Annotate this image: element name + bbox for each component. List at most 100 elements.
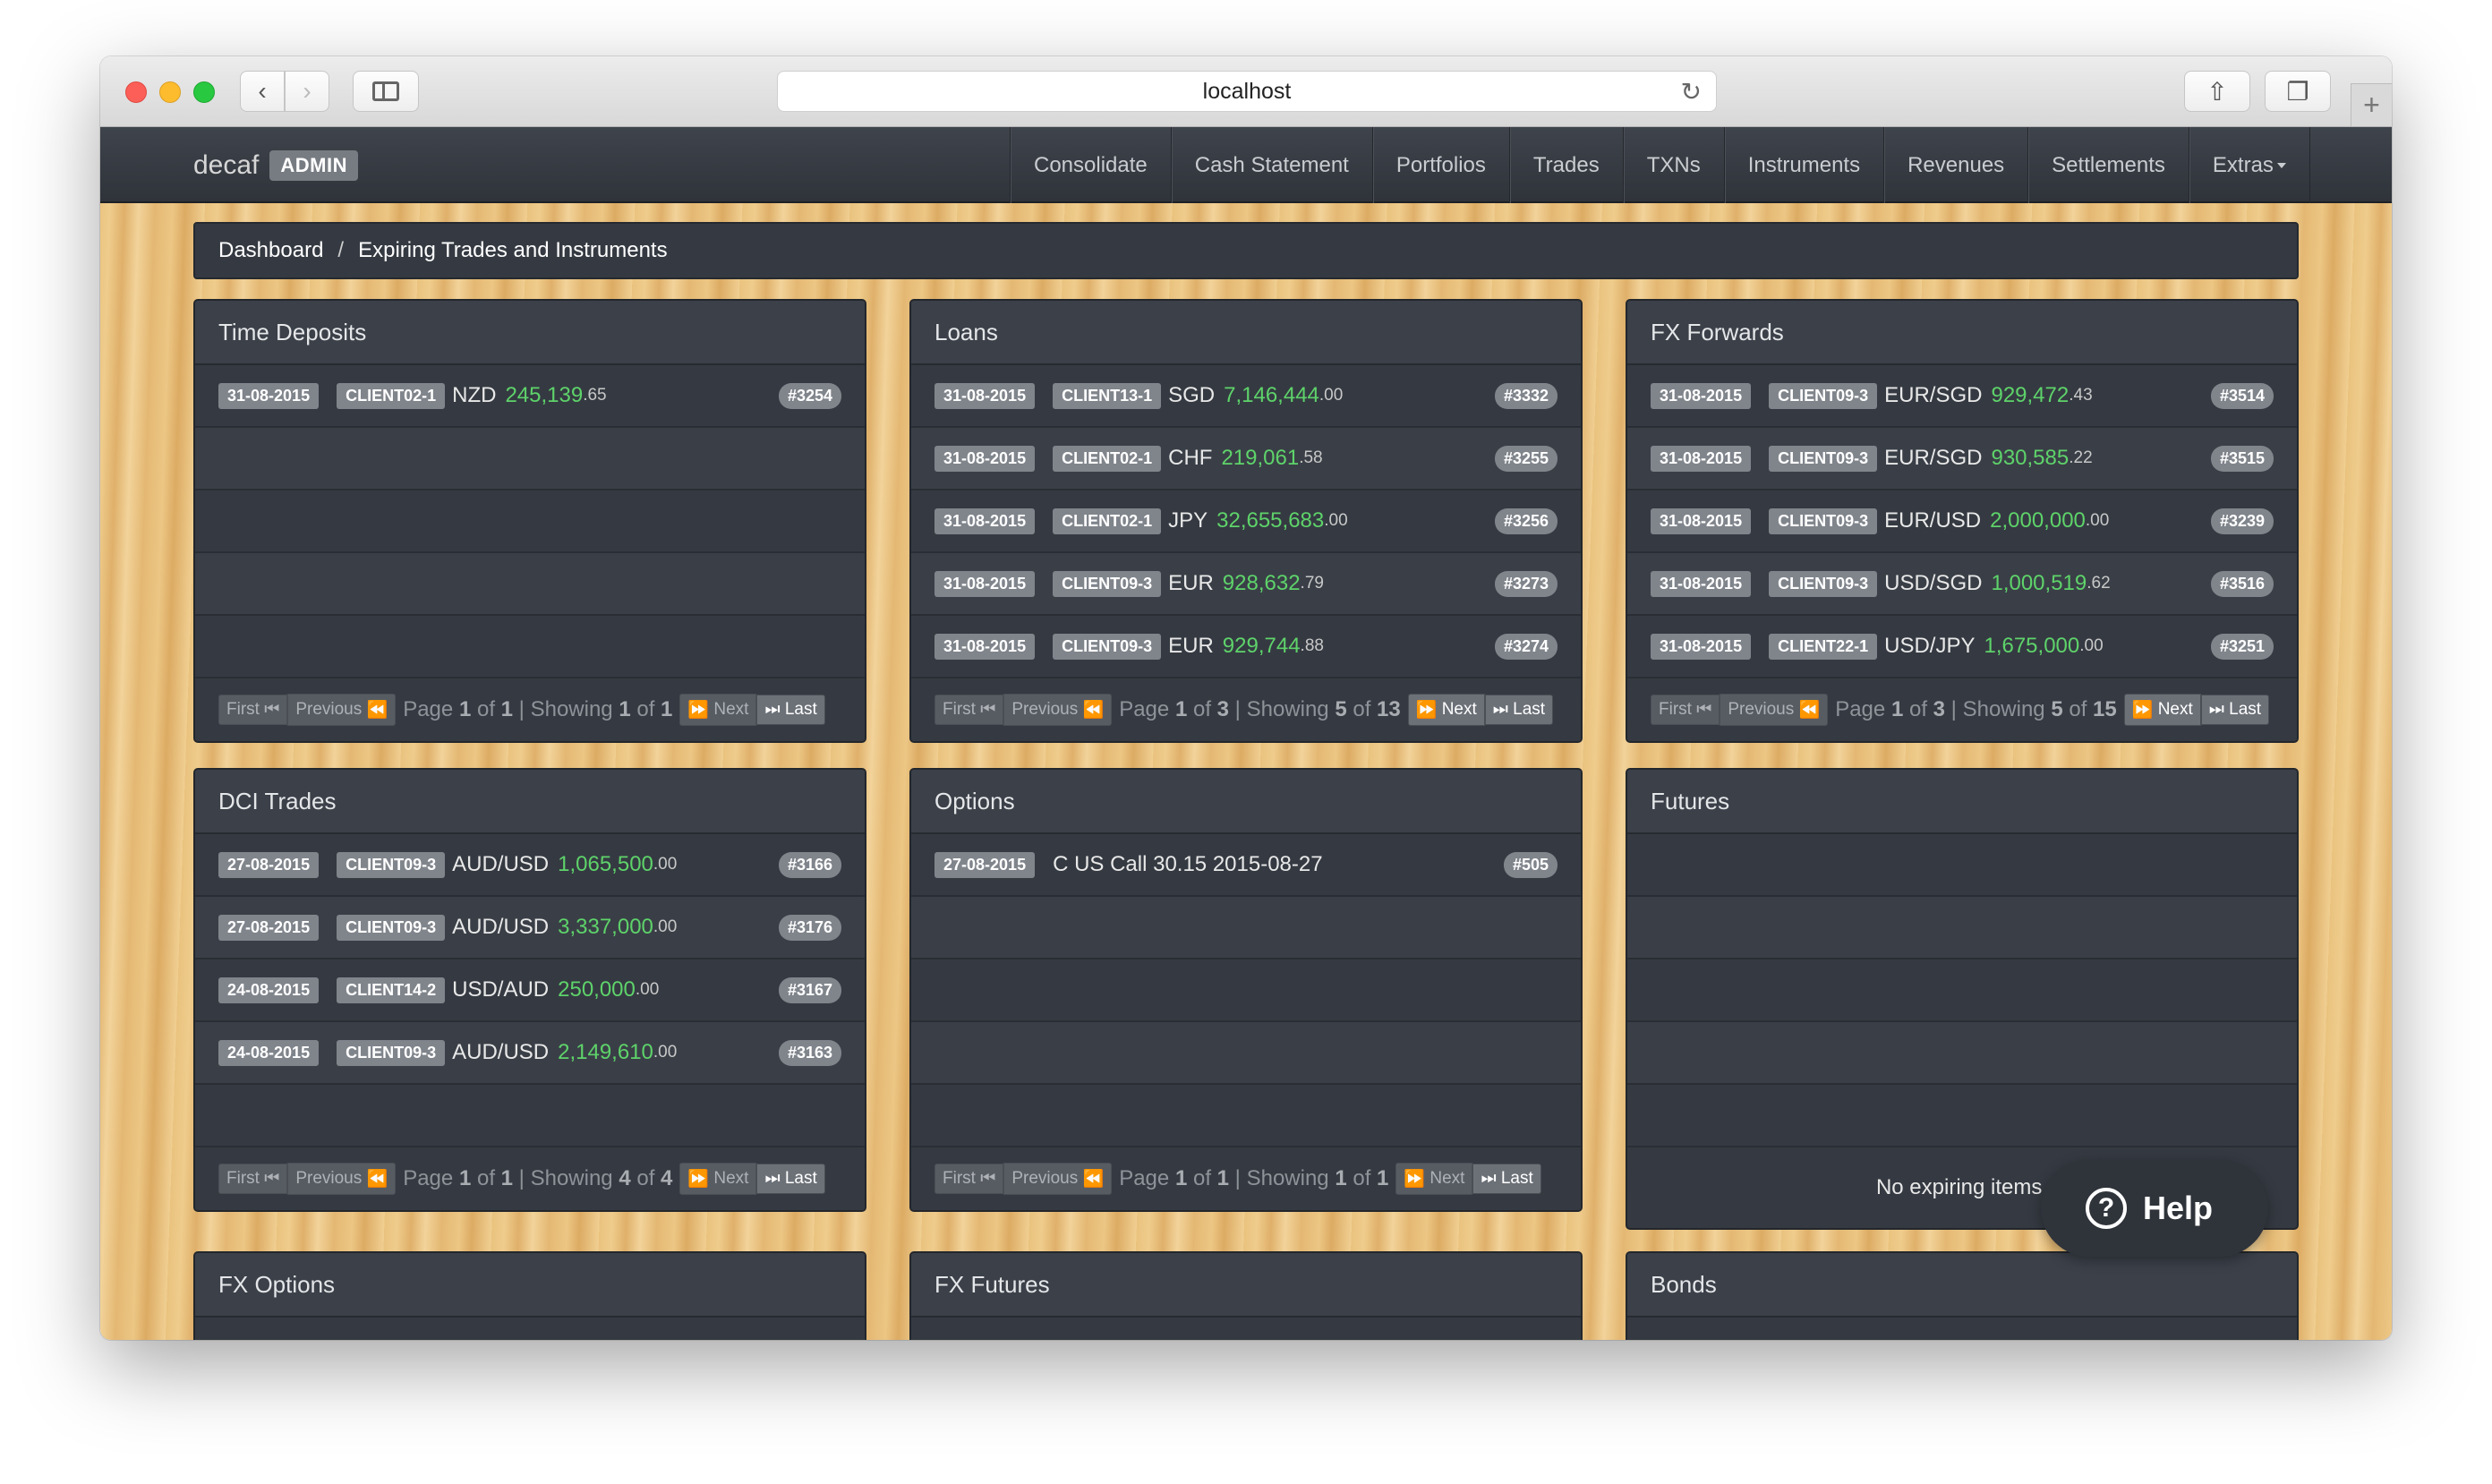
list-item[interactable]: 27-08-2015 CLIENT09-3 AUD/USD 1,065,500.…	[195, 834, 865, 897]
trade-id-badge[interactable]: #3514	[2210, 383, 2274, 409]
help-button[interactable]: ? Help	[2041, 1160, 2268, 1257]
trade-id-badge[interactable]: #3166	[778, 852, 841, 878]
list-item[interactable]: 31-08-2015 CLIENT09-3 EUR 929,744.88 #32…	[911, 616, 1581, 678]
trade-id-badge[interactable]: #3239	[2210, 508, 2274, 534]
skip-forward-icon: ⏭	[764, 700, 781, 719]
new-tab-button[interactable]: +	[2351, 83, 2392, 126]
list-item[interactable]: 24-08-2015 CLIENT14-2 USD/AUD 250,000.00…	[195, 959, 865, 1022]
pager-first-button[interactable]: First ⏮	[218, 695, 288, 725]
pager-previous-button[interactable]: Previous ⏪	[287, 694, 397, 726]
trade-id-badge[interactable]: #3515	[2210, 446, 2274, 472]
pager-previous-button[interactable]: Previous ⏪	[1003, 694, 1113, 726]
trade-id-badge[interactable]: #3274	[1494, 634, 1558, 660]
list-item[interactable]: 31-08-2015 CLIENT09-3 EUR/SGD 930,585.22…	[1627, 428, 2297, 490]
nav-item-trades[interactable]: Trades	[1508, 127, 1623, 203]
empty-row	[1627, 897, 2297, 959]
pager-last-button[interactable]: ⏭ Last	[1472, 1164, 1541, 1194]
pager-first-label: First	[943, 700, 976, 719]
pager-page: 1	[458, 697, 472, 721]
nav-item-consolidate[interactable]: Consolidate	[1010, 127, 1171, 203]
pager-last-button[interactable]: ⏭ Last	[2200, 695, 2270, 725]
pager-last-button[interactable]: ⏭ Last	[756, 695, 825, 725]
trade-id-badge[interactable]: #3516	[2210, 571, 2274, 597]
pager-next-button[interactable]: ⏩ Next	[679, 694, 757, 726]
list-item[interactable]: 31-08-2015 CLIENT02-1 NZD 245,139.65 #32…	[195, 365, 865, 428]
trade-id-badge[interactable]: #3254	[778, 383, 841, 409]
pager-first-button[interactable]: First ⏮	[218, 1164, 288, 1194]
list-item[interactable]: 31-08-2015 CLIENT09-3 USD/SGD 1,000,519.…	[1627, 553, 2297, 616]
zoom-window-button[interactable]	[193, 81, 215, 103]
share-button[interactable]: ⇧	[2184, 71, 2250, 112]
pager-last-button[interactable]: ⏭ Last	[756, 1164, 825, 1194]
pager-previous-button[interactable]: Previous ⏪	[1003, 1163, 1113, 1195]
address-bar[interactable]: localhost ↻	[777, 71, 1717, 112]
forward-button[interactable]: ›	[285, 71, 329, 112]
option-description: C US Call 30.15 2015-08-27	[1053, 852, 1323, 876]
nav-item-settlements[interactable]: Settlements	[2027, 127, 2189, 203]
trade-id-badge[interactable]: #3163	[778, 1040, 841, 1066]
pager-next-button[interactable]: ⏩ Next	[1407, 694, 1485, 726]
trade-id-badge[interactable]: #3256	[1494, 508, 1558, 534]
fast-forward-icon: ⏩	[687, 701, 710, 720]
close-window-button[interactable]	[125, 81, 147, 103]
list-item[interactable]: 31-08-2015 CLIENT09-3 EUR 928,632.79 #32…	[911, 553, 1581, 616]
pager-next-button[interactable]: ⏩ Next	[1395, 1163, 1473, 1195]
brand[interactable]: decaf ADMIN	[193, 150, 358, 181]
pager-last-label: Last	[784, 1169, 817, 1188]
share-icon: ⇧	[2206, 77, 2228, 106]
reload-icon[interactable]: ↻	[1681, 77, 1702, 107]
pager-previous-button[interactable]: Previous ⏪	[287, 1163, 397, 1195]
trade-id-badge[interactable]: #505	[1503, 852, 1558, 878]
empty-row	[195, 428, 865, 490]
pager-total: 1	[1377, 1166, 1389, 1190]
empty-row	[1627, 1022, 2297, 1085]
client-label: CLIENT14-2	[337, 977, 446, 1003]
trade-id-badge[interactable]: #3176	[778, 915, 841, 941]
nav-item-instruments[interactable]: Instruments	[1723, 127, 1883, 203]
list-item[interactable]: 31-08-2015 CLIENT09-3 EUR/SGD 929,472.43…	[1627, 365, 2297, 428]
list-item[interactable]: 27-08-2015 CLIENT09-3 AUD/USD 3,337,000.…	[195, 897, 865, 959]
nav-item-txns[interactable]: TXNs	[1622, 127, 1724, 203]
amount: 929,744	[1222, 634, 1301, 658]
panel-title: Options	[911, 770, 1581, 834]
date-label: 31-08-2015	[934, 382, 1036, 409]
list-item[interactable]: 24-08-2015 CLIENT09-3 AUD/USD 2,149,610.…	[195, 1022, 865, 1085]
breadcrumb-home[interactable]: Dashboard	[218, 238, 323, 263]
nav-item-portfolios[interactable]: Portfolios	[1371, 127, 1509, 203]
trade-id-badge[interactable]: #3251	[2210, 634, 2274, 660]
nav-item-revenues[interactable]: Revenues	[1883, 127, 2027, 203]
pager-total: 15	[2093, 697, 2117, 721]
list-item[interactable]: 27-08-2015 C US Call 30.15 2015-08-27 #5…	[911, 834, 1581, 897]
sidebar-toggle-button[interactable]	[353, 71, 419, 112]
client-label: CLIENT09-3	[337, 914, 446, 941]
show-tabs-button[interactable]: ❐	[2265, 71, 2331, 112]
amount: 3,337,000	[558, 915, 653, 939]
nav-item-extras[interactable]: Extras	[2188, 127, 2310, 203]
pager-of-word: of	[1353, 1166, 1371, 1190]
trade-id-badge[interactable]: #3167	[778, 977, 841, 1003]
trade-id-badge[interactable]: #3273	[1494, 571, 1558, 597]
list-item[interactable]: 31-08-2015 CLIENT22-1 USD/JPY 1,675,000.…	[1627, 616, 2297, 678]
pager-previous-button[interactable]: Previous ⏪	[1720, 694, 1829, 726]
pager-next-button[interactable]: ⏩ Next	[679, 1163, 757, 1195]
currency-pair: AUD/USD	[452, 915, 550, 939]
list-item[interactable]: 31-08-2015 CLIENT09-3 EUR/USD 2,000,000.…	[1627, 490, 2297, 553]
client-label: CLIENT09-3	[1769, 570, 1878, 597]
list-item[interactable]: 31-08-2015 CLIENT02-1 JPY 32,655,683.00 …	[911, 490, 1581, 553]
pager-first-label: First	[226, 1169, 260, 1188]
back-button[interactable]: ‹	[240, 71, 285, 112]
pager-showing: 4	[619, 1166, 631, 1190]
nav-item-cash-statement[interactable]: Cash Statement	[1170, 127, 1372, 203]
list-item[interactable]: 31-08-2015 CLIENT02-1 CHF 219,061.58 #32…	[911, 428, 1581, 490]
list-item[interactable]: 31-08-2015 CLIENT13-1 SGD 7,146,444.00 #…	[911, 365, 1581, 428]
pager-first-button[interactable]: First ⏮	[1651, 695, 1720, 725]
trade-id-badge[interactable]: #3255	[1494, 446, 1558, 472]
currency-pair: USD/AUD	[452, 977, 550, 1002]
pager-next-button[interactable]: ⏩ Next	[2123, 694, 2201, 726]
pager-last-button[interactable]: ⏭ Last	[1484, 695, 1554, 725]
pager-first-button[interactable]: First ⏮	[934, 695, 1004, 725]
amount: 32,655,683	[1216, 508, 1325, 533]
trade-id-badge[interactable]: #3332	[1494, 383, 1558, 409]
pager-first-button[interactable]: First ⏮	[934, 1164, 1004, 1194]
minimize-window-button[interactable]	[159, 81, 181, 103]
